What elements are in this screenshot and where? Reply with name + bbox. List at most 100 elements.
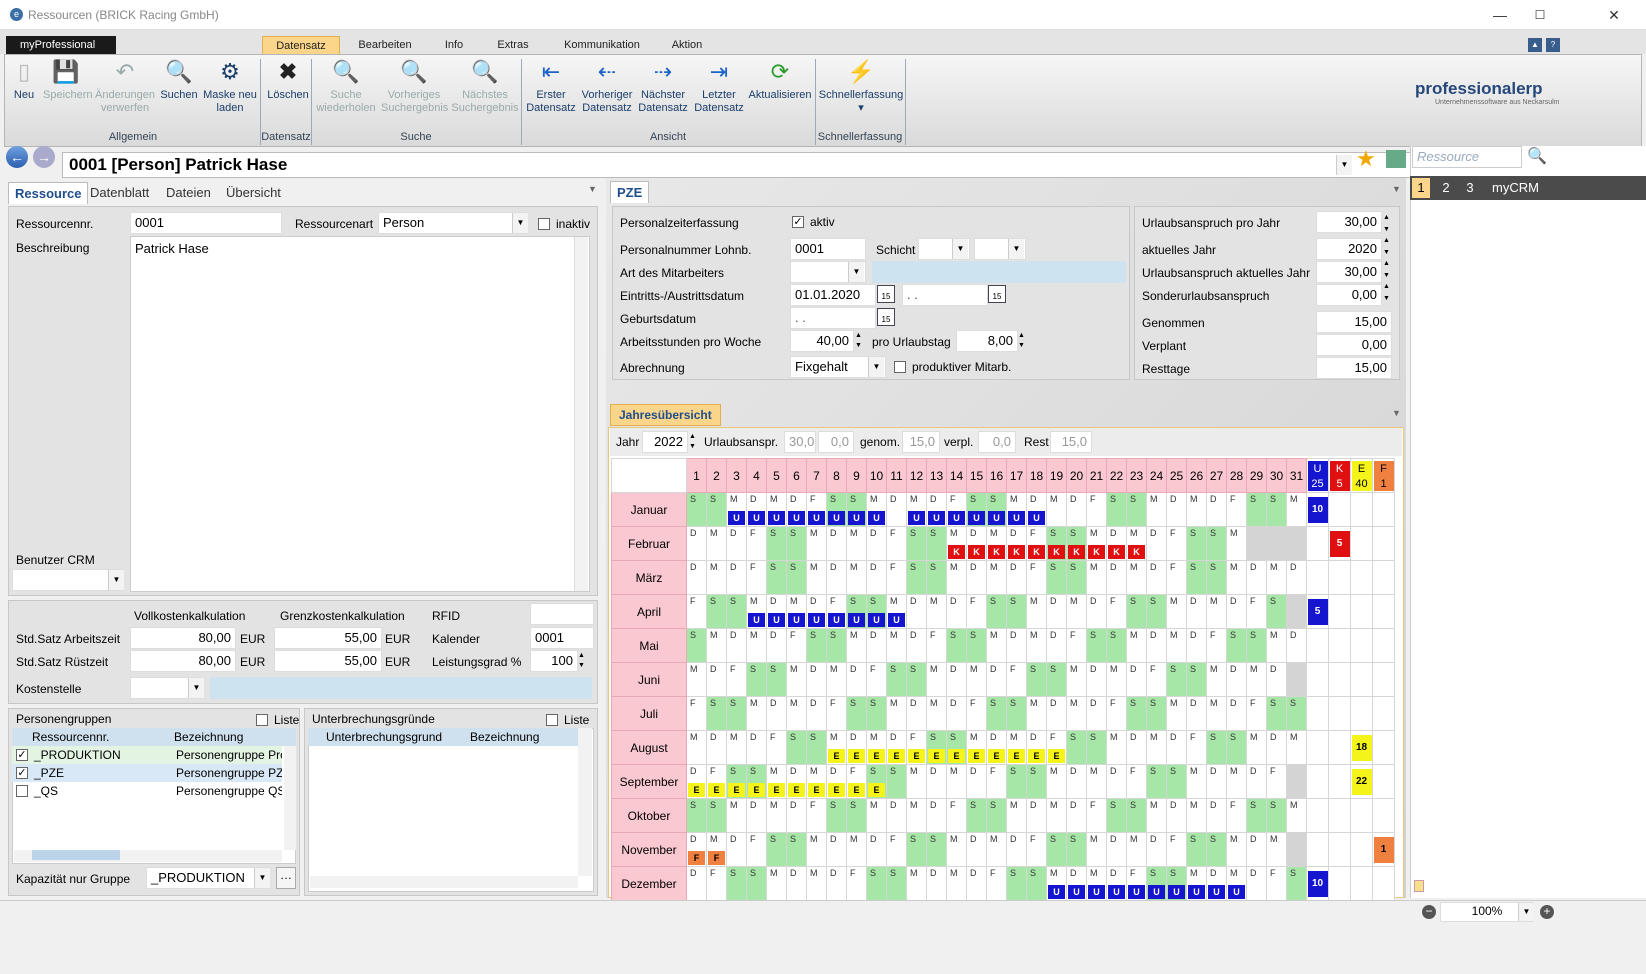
- day-cell[interactable]: M: [1046, 764, 1067, 799]
- day-cell[interactable]: M: [1286, 492, 1307, 527]
- ressourcennr-field[interactable]: 0001: [130, 212, 282, 234]
- day-cell[interactable]: S: [966, 628, 987, 663]
- day-cell[interactable]: F: [946, 798, 967, 833]
- day-cell[interactable]: D: [1026, 798, 1047, 833]
- day-cell[interactable]: S: [986, 696, 1007, 731]
- day-cell[interactable]: D: [1166, 492, 1187, 527]
- day-cell[interactable]: M: [706, 628, 727, 663]
- day-cell[interactable]: F: [1166, 560, 1187, 595]
- day-cell[interactable]: M: [926, 696, 947, 731]
- day-cell[interactable]: S: [886, 764, 907, 799]
- column-header[interactable]: Unterbrechungsgrund: [326, 730, 442, 744]
- day-cell[interactable]: D: [966, 832, 987, 867]
- day-cell[interactable]: M: [906, 764, 927, 799]
- day-cell[interactable]: S: [1186, 832, 1207, 867]
- day-cell[interactable]: F: [1246, 696, 1267, 731]
- note-icon[interactable]: [1414, 880, 1424, 892]
- day-cell[interactable]: F: [706, 866, 727, 901]
- day-cell[interactable]: M: [786, 696, 807, 731]
- day-cell[interactable]: S: [846, 798, 867, 833]
- first-record-button[interactable]: ⇤ Erster Datensatz: [523, 59, 579, 115]
- grenz-arbeitszeit-field[interactable]: 55,00: [274, 627, 382, 649]
- day-cell[interactable]: M: [946, 764, 967, 799]
- spinner-icon[interactable]: ▲ ▼: [689, 432, 699, 452]
- next-record-button[interactable]: ⇢ Nächster Datensatz: [635, 59, 691, 115]
- day-cell[interactable]: S: [766, 832, 787, 867]
- panel-menu-icon[interactable]: ▼: [588, 184, 597, 194]
- day-cell[interactable]: F: [1086, 798, 1107, 833]
- day-cell[interactable]: D: [826, 866, 847, 901]
- previous-record-button[interactable]: ⇠ Vorheriger Datensatz: [579, 59, 635, 115]
- personalnr-field[interactable]: 0001: [790, 238, 866, 260]
- day-cell[interactable]: F: [746, 526, 767, 561]
- day-cell[interactable]: M: [746, 628, 767, 663]
- day-cell[interactable]: D: [706, 662, 727, 697]
- day-cell[interactable]: M: [806, 866, 827, 901]
- day-cell[interactable]: S: [786, 526, 807, 561]
- day-cell[interactable]: M: [1246, 662, 1267, 697]
- day-cell[interactable]: S: [686, 492, 707, 527]
- day-cell[interactable]: DF: [686, 832, 707, 867]
- day-cell[interactable]: S: [1266, 492, 1287, 527]
- day-cell[interactable]: DU: [786, 492, 807, 527]
- day-cell[interactable]: F: [1166, 832, 1187, 867]
- previous-result-button[interactable]: 🔍 Vorheriges Suchergebnis: [381, 59, 448, 115]
- day-cell[interactable]: D: [1246, 764, 1267, 799]
- day-cell[interactable]: DU: [1206, 866, 1227, 901]
- day-cell[interactable]: M: [846, 832, 867, 867]
- voll-ruestzeit-field[interactable]: 80,00: [130, 650, 236, 672]
- day-cell[interactable]: SE: [866, 764, 887, 799]
- day-cell[interactable]: S: [866, 696, 887, 731]
- produktiv-checkbox[interactable]: [894, 361, 906, 373]
- day-cell[interactable]: F: [966, 594, 987, 629]
- day-cell[interactable]: M: [946, 832, 967, 867]
- day-cell[interactable]: S: [986, 594, 1007, 629]
- day-cell[interactable]: S: [1286, 696, 1307, 731]
- day-cell[interactable]: D: [1166, 730, 1187, 765]
- day-cell[interactable]: S: [1146, 594, 1167, 629]
- day-cell[interactable]: S: [706, 492, 727, 527]
- side-tab-3[interactable]: 3: [1462, 178, 1478, 198]
- day-cell[interactable]: S: [1106, 492, 1127, 527]
- day-cell[interactable]: DE: [986, 730, 1007, 765]
- day-cell[interactable]: F: [1026, 560, 1047, 595]
- day-cell[interactable]: M: [686, 662, 707, 697]
- jahr-field[interactable]: 2022: [642, 431, 688, 453]
- day-cell[interactable]: S: [766, 662, 787, 697]
- day-cell[interactable]: D: [906, 594, 927, 629]
- day-cell[interactable]: MK: [1126, 526, 1147, 561]
- liste-checkbox[interactable]: [546, 714, 558, 726]
- day-cell[interactable]: SE: [726, 764, 747, 799]
- day-cell[interactable]: S: [1246, 798, 1267, 833]
- day-cell[interactable]: MU: [786, 594, 807, 629]
- scrollbar[interactable]: [578, 728, 592, 876]
- day-cell[interactable]: D: [966, 866, 987, 901]
- geburt-field[interactable]: . .: [790, 307, 876, 329]
- day-cell[interactable]: F: [1266, 764, 1287, 799]
- day-cell[interactable]: M: [846, 526, 867, 561]
- eintritt-field[interactable]: 01.01.2020 Mi: [790, 284, 876, 316]
- day-cell[interactable]: SU: [1166, 866, 1187, 901]
- spinner-icon[interactable]: ▲ ▼: [578, 651, 588, 671]
- day-cell[interactable]: D: [726, 560, 747, 595]
- day-cell[interactable]: M: [806, 832, 827, 867]
- day-cell[interactable]: D: [1226, 696, 1247, 731]
- new-button[interactable]: ▯ Neu: [7, 59, 41, 102]
- day-cell[interactable]: FE: [846, 764, 867, 799]
- day-cell[interactable]: ME: [1006, 730, 1027, 765]
- row-checkbox[interactable]: [16, 785, 28, 797]
- close-button[interactable]: ✕: [1594, 4, 1634, 26]
- repeat-search-button[interactable]: 🔍 Suche wiederholen: [313, 59, 379, 115]
- day-cell[interactable]: D: [866, 832, 887, 867]
- day-cell[interactable]: S: [1026, 662, 1047, 697]
- day-cell[interactable]: SU: [866, 594, 887, 629]
- day-cell[interactable]: FE: [906, 730, 927, 765]
- day-cell[interactable]: MU: [866, 492, 887, 527]
- day-cell[interactable]: M: [946, 560, 967, 595]
- day-cell[interactable]: DE: [1026, 730, 1047, 765]
- day-cell[interactable]: S: [946, 628, 967, 663]
- day-cell[interactable]: D: [1226, 594, 1247, 629]
- day-cell[interactable]: S: [1086, 628, 1107, 663]
- day-cell[interactable]: M: [1186, 492, 1207, 527]
- day-cell[interactable]: F: [1066, 628, 1087, 663]
